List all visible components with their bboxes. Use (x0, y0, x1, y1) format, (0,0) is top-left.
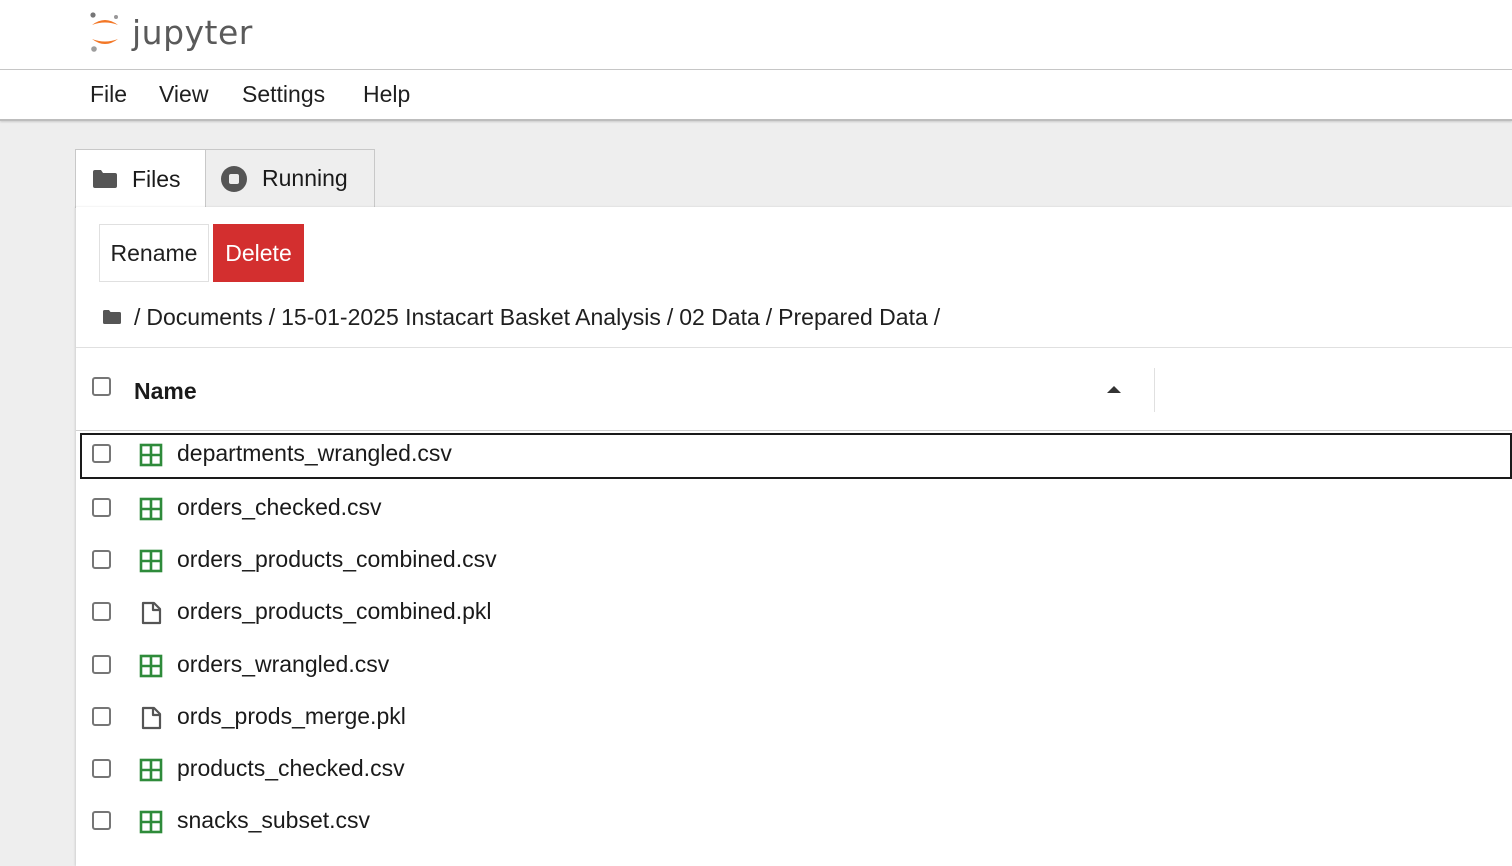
breadcrumb-separator: / (666, 303, 674, 330)
file-name[interactable]: orders_checked.csv (177, 494, 382, 521)
row-checkbox[interactable] (92, 444, 111, 463)
menu-view[interactable]: View (159, 81, 208, 108)
table-row[interactable]: orders_products_combined.pkl (76, 589, 1512, 641)
tab-files-label: Files (132, 165, 181, 192)
row-checkbox[interactable] (92, 706, 111, 726)
breadcrumb-separator: / (765, 303, 773, 330)
row-checkbox[interactable] (92, 811, 111, 831)
delete-button[interactable]: Delete (213, 224, 304, 282)
table-row[interactable]: departments_wrangled.csv (80, 433, 1512, 479)
sort-ascending-icon[interactable] (1105, 384, 1123, 394)
spreadsheet-icon (139, 549, 163, 573)
folder-icon (93, 170, 117, 188)
table-row[interactable]: orders_wrangled.csv (76, 642, 1512, 694)
divider (76, 430, 1512, 431)
row-checkbox[interactable] (92, 550, 111, 570)
folder-icon[interactable] (102, 309, 122, 325)
spreadsheet-icon (139, 758, 163, 782)
top-bar: jupyter (0, 0, 1512, 70)
tab-running[interactable]: Running (206, 149, 375, 207)
menu-bar: File View Settings Help (0, 70, 1512, 121)
table-row[interactable]: ords_prods_merge.pkl (76, 694, 1512, 746)
tab-bar: Files Running (75, 149, 375, 208)
file-name[interactable]: departments_wrangled.csv (177, 440, 452, 467)
file-name[interactable]: snacks_subset.csv (177, 807, 370, 834)
breadcrumb-separator: / (268, 303, 276, 330)
file-icon (139, 706, 163, 730)
name-column-header[interactable]: Name (134, 378, 197, 405)
logo-text: jupyter (132, 12, 253, 52)
breadcrumb-documents[interactable]: Documents (146, 304, 262, 331)
breadcrumb-separator: / (134, 303, 141, 330)
jupyter-logo-icon (90, 12, 118, 52)
file-name[interactable]: ords_prods_merge.pkl (177, 703, 406, 730)
breadcrumb-prepared-data[interactable]: Prepared Data (778, 304, 928, 331)
row-checkbox[interactable] (92, 602, 111, 622)
file-list: departments_wrangled.csv orders_checked.c… (76, 433, 1512, 850)
tab-running-label: Running (262, 165, 348, 191)
stop-circle-icon (221, 165, 247, 192)
select-all-checkbox[interactable] (92, 377, 111, 396)
spreadsheet-icon (139, 654, 163, 678)
breadcrumb-separator: / (933, 303, 941, 330)
tab-files[interactable]: Files (75, 149, 206, 208)
row-checkbox[interactable] (92, 498, 111, 517)
spreadsheet-icon (139, 497, 163, 521)
file-name[interactable]: products_checked.csv (177, 755, 405, 782)
table-row[interactable]: orders_checked.csv (76, 485, 1512, 537)
spreadsheet-icon (139, 810, 163, 834)
file-toolbar: Rename Delete (99, 224, 304, 282)
breadcrumb-data[interactable]: 02 Data (679, 304, 760, 331)
rename-button[interactable]: Rename (99, 224, 209, 282)
file-icon (139, 601, 163, 625)
file-name[interactable]: orders_wrangled.csv (177, 651, 389, 678)
menu-file[interactable]: File (90, 81, 127, 108)
table-row[interactable]: products_checked.csv (76, 746, 1512, 798)
breadcrumb-project[interactable]: 15-01-2025 Instacart Basket Analysis (281, 304, 661, 331)
file-browser-panel: Rename Delete / Documents / 15-01-2025 I… (76, 207, 1512, 866)
row-checkbox[interactable] (92, 654, 111, 674)
table-row[interactable]: orders_products_combined.csv (76, 537, 1512, 589)
file-name[interactable]: orders_products_combined.pkl (177, 598, 492, 625)
column-resize-handle[interactable] (1154, 368, 1155, 412)
table-header: Name (76, 348, 1512, 430)
jupyter-logo[interactable]: jupyter (88, 10, 253, 54)
file-name[interactable]: orders_products_combined.csv (177, 546, 497, 573)
breadcrumb: / Documents / 15-01-2025 Instacart Baske… (102, 302, 946, 332)
menu-settings[interactable]: Settings (242, 81, 325, 108)
menu-help[interactable]: Help (363, 81, 410, 108)
table-row[interactable]: snacks_subset.csv (76, 798, 1512, 850)
spreadsheet-icon (139, 443, 163, 467)
row-checkbox[interactable] (92, 758, 111, 778)
